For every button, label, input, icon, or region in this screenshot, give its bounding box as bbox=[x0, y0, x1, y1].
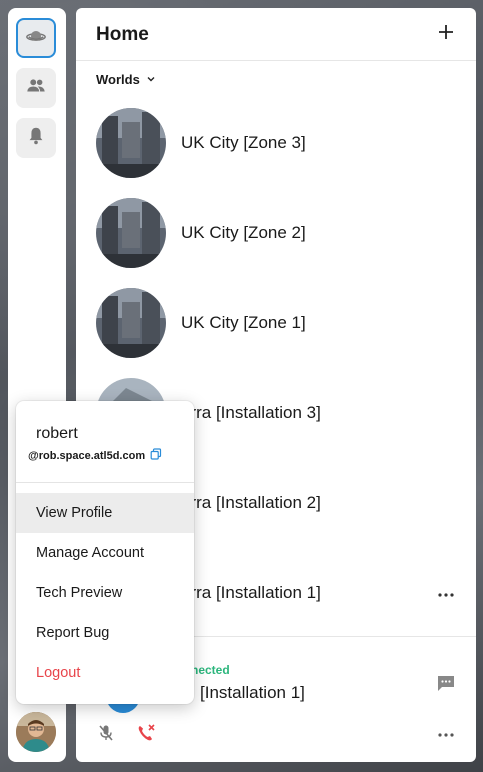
menu-item-logout[interactable]: Logout bbox=[16, 653, 194, 693]
menu-item-report-bug[interactable]: Report Bug bbox=[16, 613, 194, 653]
worlds-section-toggle[interactable]: Worlds bbox=[96, 72, 156, 87]
chat-icon bbox=[436, 676, 456, 697]
mic-off-icon bbox=[96, 725, 116, 747]
world-item[interactable]: UK City [Zone 3] bbox=[76, 98, 476, 188]
world-name: UK City [Zone 1] bbox=[181, 313, 306, 332]
panel-header: Home bbox=[76, 8, 476, 61]
world-name: UK City [Zone 3] bbox=[181, 133, 306, 152]
rail-worlds-button[interactable] bbox=[16, 18, 56, 58]
world-item[interactable]: UK City [Zone 1] bbox=[76, 278, 476, 368]
add-button[interactable] bbox=[434, 22, 458, 46]
connection-more-button[interactable] bbox=[432, 725, 460, 741]
connection-status: nected bbox=[191, 663, 230, 677]
page-title: Home bbox=[96, 24, 149, 45]
world-name: erra [Installation 3] bbox=[181, 403, 321, 422]
user-handle: @rob.space.atl5d.com bbox=[28, 449, 146, 462]
world-name: UK City [Zone 2] bbox=[181, 223, 306, 242]
profile-menu: robert @rob.space.atl5d.com View Profile… bbox=[16, 401, 194, 704]
more-horizontal-icon bbox=[438, 584, 454, 602]
world-item[interactable]: UK City [Zone 2] bbox=[76, 188, 476, 278]
bell-icon bbox=[25, 125, 47, 152]
world-thumbnail bbox=[96, 198, 166, 268]
disconnect-button[interactable] bbox=[136, 723, 156, 743]
menu-item-manage-account[interactable]: Manage Account bbox=[16, 533, 194, 573]
world-thumbnail bbox=[96, 108, 166, 178]
world-name: erra [Installation 2] bbox=[181, 493, 321, 512]
menu-item-view-profile[interactable]: View Profile bbox=[16, 493, 194, 533]
rail-friends-button[interactable] bbox=[16, 68, 56, 108]
mute-button[interactable] bbox=[96, 723, 116, 743]
people-icon bbox=[25, 75, 47, 102]
username: robert bbox=[36, 425, 78, 442]
section-label: Worlds bbox=[96, 72, 140, 87]
copy-icon[interactable] bbox=[150, 448, 162, 463]
more-horizontal-icon bbox=[438, 724, 454, 742]
connected-world-name: [Installation 1] bbox=[200, 683, 305, 702]
menu-items: View Profile Manage Account Tech Preview… bbox=[16, 493, 194, 693]
planet-icon bbox=[25, 25, 47, 52]
user-handle-row: @rob.space.atl5d.com bbox=[28, 448, 162, 463]
chevron-down-icon bbox=[146, 72, 156, 87]
phone-disconnect-icon bbox=[136, 724, 156, 747]
plus-icon bbox=[438, 24, 454, 45]
world-name: erra [Installation 1] bbox=[181, 583, 321, 602]
world-thumbnail bbox=[96, 288, 166, 358]
rail-notifications-button[interactable] bbox=[16, 118, 56, 158]
menu-item-tech-preview[interactable]: Tech Preview bbox=[16, 573, 194, 613]
world-more-button[interactable] bbox=[432, 583, 460, 603]
user-avatar[interactable] bbox=[16, 712, 56, 752]
menu-user-info: robert @rob.space.atl5d.com bbox=[16, 401, 194, 483]
chat-button[interactable] bbox=[436, 673, 456, 693]
